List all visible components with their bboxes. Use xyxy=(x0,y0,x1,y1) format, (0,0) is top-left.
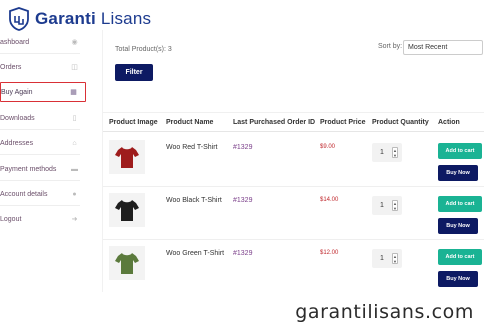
product-image[interactable] xyxy=(109,140,145,174)
sidebar-item-addresses[interactable]: Addresses ⌂ xyxy=(0,133,86,153)
product-image[interactable] xyxy=(109,193,145,227)
sidebar-item-dashboard[interactable]: ashboard ◉ xyxy=(0,32,86,52)
dashboard-icon: ◉ xyxy=(71,38,78,46)
brand-logo: Garanti Lisans xyxy=(8,6,151,32)
product-name[interactable]: Woo Green T-Shirt xyxy=(166,250,224,257)
order-id-link[interactable]: #1329 xyxy=(233,144,252,151)
buy-again-panel: Total Product(s): 3 Filter Sort by: Most… xyxy=(103,30,484,300)
sidebar-item-orders[interactable]: Orders ◫ xyxy=(0,57,86,77)
sidebar-item-label: Buy Again xyxy=(1,88,33,96)
user-icon: ● xyxy=(72,190,77,198)
logout-icon: ➜ xyxy=(71,215,78,223)
divider xyxy=(0,53,80,54)
product-price: $12.00 xyxy=(320,250,339,256)
sort-label: Sort by: xyxy=(378,43,403,50)
tshirt-icon xyxy=(115,253,139,274)
shield-logo-icon xyxy=(9,7,29,31)
sidebar-item-downloads[interactable]: Downloads ▯ xyxy=(0,108,86,128)
account-sidebar: ashboard ◉ Orders ◫ Buy Again ▦ Download… xyxy=(0,30,88,300)
quantity-spinner-icon[interactable]: ▲ ▼ xyxy=(392,147,398,158)
quantity-input[interactable]: 1 ▲ ▼ xyxy=(372,143,402,162)
add-to-cart-button[interactable]: Add to cart xyxy=(438,196,482,212)
quantity-input[interactable]: 1 ▲ ▼ xyxy=(372,249,402,268)
quantity-spinner-icon[interactable]: ▲ ▼ xyxy=(392,253,398,264)
sidebar-item-buy-again[interactable]: Buy Again ▦ xyxy=(0,82,86,102)
site-url-watermark: garantilisans.com xyxy=(293,301,476,323)
sidebar-item-label: Downloads xyxy=(0,114,35,122)
column-header: Product Image xyxy=(109,119,158,126)
sidebar-item-logout[interactable]: Logout ➜ xyxy=(0,209,86,229)
quantity-value: 1 xyxy=(380,255,384,262)
quantity-input[interactable]: 1 ▲ ▼ xyxy=(372,196,402,215)
product-price: $14.00 xyxy=(320,197,339,203)
table-row: Woo Red T-Shirt #1329 $9.00 1 ▲ ▼ Add to … xyxy=(103,134,484,186)
quantity-spinner-icon[interactable]: ▲ ▼ xyxy=(392,200,398,211)
table-header: Product Image Product Name Last Purchase… xyxy=(103,112,484,132)
sidebar-item-account-details[interactable]: Account details ● xyxy=(0,184,86,204)
sidebar-item-payment-methods[interactable]: Payment methods ▬ xyxy=(0,159,86,179)
quantity-value: 1 xyxy=(380,202,384,209)
product-image[interactable] xyxy=(109,246,145,280)
divider xyxy=(0,129,80,130)
tshirt-icon xyxy=(115,200,139,221)
home-icon: ⌂ xyxy=(72,139,77,147)
column-header: Product Quantity xyxy=(372,119,429,126)
sidebar-item-label: ashboard xyxy=(0,38,30,46)
sidebar-item-label: Account details xyxy=(0,190,48,198)
buy-now-button[interactable]: Buy Now xyxy=(438,271,478,287)
sidebar-item-label: Payment methods xyxy=(0,165,57,173)
quantity-value: 1 xyxy=(380,149,384,156)
buy-now-button[interactable]: Buy Now xyxy=(438,165,478,181)
card-icon: ▬ xyxy=(71,165,78,173)
filter-button[interactable]: Filter xyxy=(115,64,153,81)
sidebar-item-label: Orders xyxy=(0,63,22,71)
divider xyxy=(0,205,80,206)
order-id-link[interactable]: #1329 xyxy=(233,250,252,257)
product-name[interactable]: Woo Black T-Shirt xyxy=(166,197,222,204)
column-header: Product Name xyxy=(166,119,214,126)
product-name[interactable]: Woo Red T-Shirt xyxy=(166,144,218,151)
divider xyxy=(0,154,80,155)
column-header: Last Purchased Order ID xyxy=(233,119,316,126)
sidebar-item-label: Logout xyxy=(0,215,22,223)
basket-icon: ◫ xyxy=(71,63,78,71)
tshirt-icon xyxy=(115,147,139,168)
column-header: Action xyxy=(438,119,460,126)
document-icon: ▦ xyxy=(70,88,77,96)
buy-now-button[interactable]: Buy Now xyxy=(438,218,478,234)
brand-name: Garanti Lisans xyxy=(35,9,152,28)
add-to-cart-button[interactable]: Add to cart xyxy=(438,249,482,265)
column-header: Product Price xyxy=(320,119,366,126)
sort-select[interactable]: Most Recent xyxy=(403,40,483,55)
total-products-count: Total Product(s): 3 xyxy=(115,46,172,53)
sidebar-item-label: Addresses xyxy=(0,139,34,147)
add-to-cart-button[interactable]: Add to cart xyxy=(438,143,482,159)
table-row: Woo Green T-Shirt #1329 $12.00 1 ▲ ▼ Add … xyxy=(103,240,484,292)
product-price: $9.00 xyxy=(320,144,336,150)
table-row: Woo Black T-Shirt #1329 $14.00 1 ▲ ▼ Add … xyxy=(103,187,484,239)
order-id-link[interactable]: #1329 xyxy=(233,197,252,204)
file-icon: ▯ xyxy=(72,114,77,122)
divider xyxy=(0,180,80,181)
